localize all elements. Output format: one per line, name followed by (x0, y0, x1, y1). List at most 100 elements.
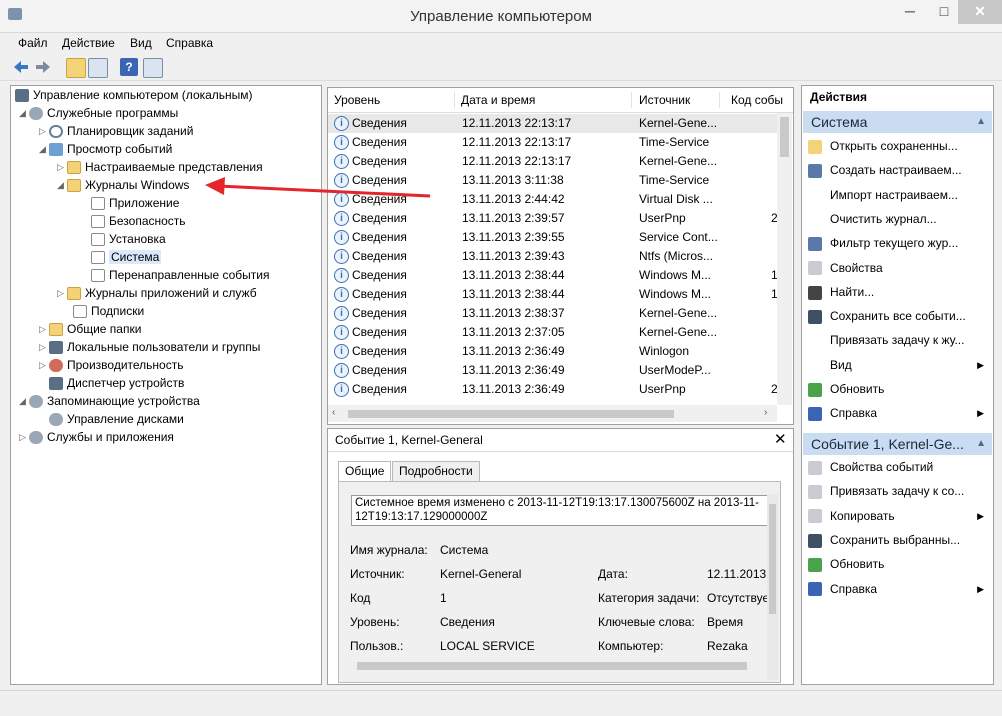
actions-section-system[interactable]: Система ▲ (803, 111, 992, 133)
action-item[interactable]: Копировать ▶ (808, 506, 990, 526)
cell-level: Сведения (352, 268, 407, 282)
menu-view[interactable]: Вид (130, 36, 152, 50)
action-item[interactable]: Фильтр текущего жур... (808, 233, 990, 253)
table-row[interactable]: i Сведения 13.11.2013 2:39:55 Service Cont.… (328, 228, 778, 247)
table-row[interactable]: i Сведения 13.11.2013 2:39:43 Ntfs (Micros.… (328, 247, 778, 266)
table-row[interactable]: i Сведения 13.11.2013 2:44:42 Virtual Disk … (328, 190, 778, 209)
close-icon[interactable]: ✕ (774, 430, 787, 448)
table-row[interactable]: i Сведения 13.11.2013 2:39:57 UserPnp 2 (328, 209, 778, 228)
scroll-thumb[interactable] (357, 662, 747, 670)
action-item[interactable]: Открыть сохраненны... (808, 136, 990, 156)
table-row[interactable]: i Сведения 12.11.2013 22:13:17 Kernel-Gene.… (328, 114, 778, 133)
collapse-icon[interactable]: ◢ (39, 141, 49, 158)
expand-icon[interactable]: ▷ (39, 339, 49, 356)
tree-item-windows-logs[interactable]: ◢ Журналы Windows (57, 177, 189, 194)
action-item[interactable]: Свойства (808, 258, 990, 278)
action-item[interactable]: Обновить (808, 554, 990, 574)
table-row[interactable]: i Сведения 13.11.2013 2:36:49 Winlogon (328, 342, 778, 361)
scroll-thumb[interactable] (769, 504, 776, 614)
action-item[interactable]: Привязать задачу к жу... (808, 330, 990, 350)
close-button[interactable]: ✕ (958, 0, 1002, 24)
tree-item-shared-folders[interactable]: ▷ Общие папки (39, 321, 141, 338)
action-item[interactable]: Очистить журнал... (808, 209, 990, 229)
vertical-scrollbar[interactable] (777, 113, 792, 405)
action-pane-icon[interactable] (143, 58, 163, 78)
tree-item-performance[interactable]: ▷ Производительность (39, 357, 183, 374)
expand-icon[interactable]: ▷ (39, 357, 49, 374)
horizontal-scrollbar[interactable]: ‹ › (328, 405, 777, 422)
table-row[interactable]: i Сведения 13.11.2013 2:37:05 Kernel-Gene..… (328, 323, 778, 342)
menu-action[interactable]: Действие (62, 36, 115, 50)
detail-horizontal-scrollbar[interactable] (339, 658, 767, 674)
tree-item-disk-management[interactable]: Управление дисками (49, 411, 184, 428)
action-item[interactable]: Справка ▶ (808, 403, 990, 423)
action-item[interactable]: Свойства событий (808, 457, 990, 477)
tab-details[interactable]: Подробности (392, 461, 480, 482)
table-row[interactable]: i Сведения 13.11.2013 2:36:49 UserPnp 2 (328, 380, 778, 399)
table-row[interactable]: i Сведения 13.11.2013 3:11:38 Time-Service (328, 171, 778, 190)
tree-item-local-users[interactable]: ▷ Локальные пользователи и группы (39, 339, 260, 356)
table-row[interactable]: i Сведения 12.11.2013 22:13:17 Kernel-Gene.… (328, 152, 778, 171)
action-item[interactable]: Сохранить выбранны... (808, 530, 990, 550)
expand-icon[interactable]: ▷ (57, 159, 67, 176)
tree-item-application[interactable]: Приложение (91, 195, 179, 212)
action-item[interactable]: Импорт настраиваем... (808, 185, 990, 205)
minimize-button[interactable]: ─ (890, 0, 930, 24)
scroll-thumb[interactable] (348, 410, 674, 418)
tree-item-forwarded-events[interactable]: Перенаправленные события (91, 267, 269, 284)
action-item[interactable]: Обновить (808, 379, 990, 399)
tree-item-task-scheduler[interactable]: ▷ Планировщик заданий (39, 123, 193, 140)
table-row[interactable]: i Сведения 12.11.2013 22:13:17 Time-Service (328, 133, 778, 152)
scroll-right-icon[interactable]: › (764, 407, 767, 418)
scroll-thumb[interactable] (780, 117, 789, 157)
forward-arrow-icon[interactable] (34, 58, 52, 76)
tab-general[interactable]: Общие (338, 461, 392, 483)
tree-item-computer-management[interactable]: Управление компьютером (локальным) (15, 87, 253, 104)
tree-item-app-service-logs[interactable]: ▷ Журналы приложений и служб (57, 285, 257, 302)
action-item[interactable]: Создать настраиваем... (808, 160, 990, 180)
column-level[interactable]: Уровень (328, 92, 455, 108)
up-folder-icon[interactable] (66, 58, 86, 78)
tree-item-storage[interactable]: ◢ Запоминающие устройства (19, 393, 200, 410)
help-icon[interactable]: ? (120, 58, 138, 76)
maximize-button[interactable]: □ (932, 0, 956, 24)
tree-item-device-manager[interactable]: Диспетчер устройств (49, 375, 184, 392)
collapse-icon[interactable]: ▲ (976, 111, 986, 133)
tree-item-custom-views[interactable]: ▷ Настраиваемые представления (57, 159, 263, 176)
tree-item-system-tools[interactable]: ◢ Служебные программы (19, 105, 178, 122)
tree-item-security[interactable]: Безопасность (91, 213, 186, 230)
action-item[interactable]: Вид ▶ (808, 355, 990, 375)
column-source[interactable]: Источник (633, 92, 720, 108)
expand-icon[interactable]: ▷ (39, 321, 49, 338)
action-item[interactable]: Привязать задачу к со... (808, 481, 990, 501)
column-event-id[interactable]: Код собы (725, 92, 791, 108)
tree-item-event-viewer[interactable]: ◢ Просмотр событий (39, 141, 172, 158)
action-item[interactable]: Справка ▶ (808, 579, 990, 599)
table-row[interactable]: i Сведения 13.11.2013 2:38:44 Windows M... 1 (328, 266, 778, 285)
collapse-icon[interactable]: ▲ (976, 433, 986, 455)
collapse-icon[interactable]: ◢ (19, 393, 29, 410)
expand-icon[interactable]: ▷ (57, 285, 67, 302)
detail-vertical-scrollbar[interactable] (767, 494, 778, 680)
console-tree-icon[interactable] (88, 58, 108, 78)
action-item[interactable]: Найти... (808, 282, 990, 302)
table-row[interactable]: i Сведения 13.11.2013 2:36:49 UserModeP... (328, 361, 778, 380)
collapse-icon[interactable]: ◢ (57, 177, 67, 194)
expand-icon[interactable]: ▷ (19, 429, 29, 446)
action-item[interactable]: Сохранить все событи... (808, 306, 990, 326)
tree-item-setup[interactable]: Установка (91, 231, 166, 248)
expand-icon[interactable]: ▷ (39, 123, 49, 140)
table-row[interactable]: i Сведения 13.11.2013 2:38:44 Windows M... 1 (328, 285, 778, 304)
back-arrow-icon[interactable] (12, 58, 30, 76)
tree-item-system[interactable]: Система (91, 249, 162, 266)
table-row[interactable]: i Сведения 13.11.2013 2:38:37 Kernel-Gene..… (328, 304, 778, 323)
menu-help[interactable]: Справка (166, 36, 213, 50)
column-datetime[interactable]: Дата и время (455, 92, 632, 108)
menu-file[interactable]: Файл (18, 36, 48, 50)
scroll-left-icon[interactable]: ‹ (332, 407, 335, 418)
tree-item-services-apps[interactable]: ▷ Службы и приложения (19, 429, 174, 446)
collapse-icon[interactable]: ◢ (19, 105, 29, 122)
event-message[interactable]: Системное время изменено с 2013-11-12T19… (351, 495, 768, 526)
actions-section-event[interactable]: Событие 1, Kernel-Ge... ▲ (803, 433, 992, 455)
tree-item-subscriptions[interactable]: Подписки (73, 303, 144, 320)
